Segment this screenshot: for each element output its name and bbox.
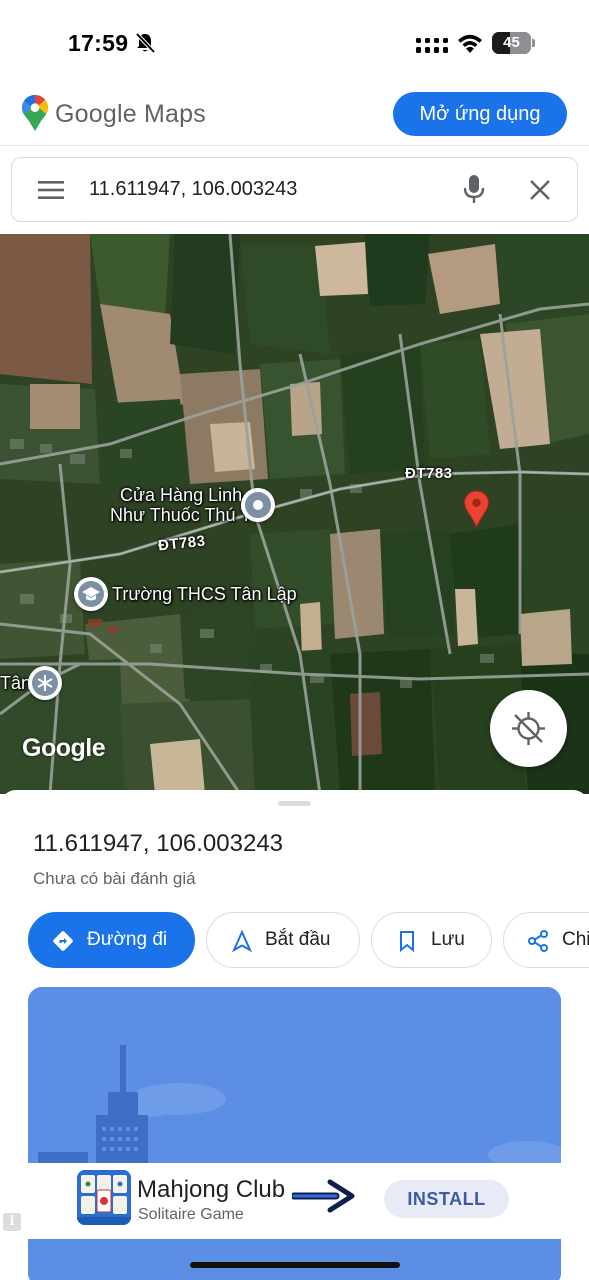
share-icon <box>528 930 548 952</box>
review-status: Chưa có bài đánh giá <box>33 869 196 888</box>
poi-name-line: Như Thuốc Thú Y <box>110 505 253 525</box>
action-chips: Đường đi Bắt đầu Lưu Chi <box>0 912 589 970</box>
dropped-pin-icon[interactable] <box>463 490 490 528</box>
open-app-button[interactable]: Mở ứng dụng <box>393 92 567 136</box>
pin-icon[interactable] <box>241 488 275 522</box>
install-button[interactable]: INSTALL <box>384 1180 509 1218</box>
bookmark-icon <box>400 931 414 952</box>
ad-title: Mahjong Club <box>137 1176 286 1203</box>
poi-label-pharmacy[interactable]: Cửa Hàng Linh Như Thuốc Thú Y <box>110 485 252 525</box>
google-maps-logo-icon <box>22 95 48 131</box>
location-disabled-icon <box>512 712 545 745</box>
app-header: Google Maps Mở ứng dụng <box>0 80 589 146</box>
share-button[interactable]: Chi <box>503 912 589 968</box>
share-label: Chi <box>562 929 589 950</box>
brand-name: Google Maps <box>55 100 206 128</box>
my-location-button[interactable] <box>490 690 567 767</box>
road-label: ĐT783 <box>405 465 453 482</box>
status-time: 17:59 <box>68 30 129 56</box>
cellular-signal-icon <box>416 38 448 53</box>
drag-handle[interactable] <box>278 801 311 806</box>
directions-icon <box>53 931 73 951</box>
search-bar[interactable]: 11.611947, 106.003243 <box>11 157 578 222</box>
save-label: Lưu <box>431 929 465 950</box>
battery-percent: 45 <box>503 34 520 51</box>
ad-banner[interactable]: Mahjong Club Solitaire Game INSTALL <box>0 1163 589 1239</box>
home-indicator[interactable] <box>190 1262 400 1268</box>
close-icon[interactable] <box>529 179 551 201</box>
directions-label: Đường đi <box>87 929 168 950</box>
directions-button[interactable]: Đường đi <box>28 912 195 968</box>
start-label: Bắt đầu <box>265 929 331 950</box>
snowflake-icon[interactable] <box>28 666 62 700</box>
save-button[interactable]: Lưu <box>371 912 492 968</box>
navigation-icon <box>232 930 252 952</box>
ad-info-icon[interactable]: i <box>3 1213 21 1231</box>
ad-subtitle: Solitaire Game <box>138 1206 244 1223</box>
mahjong-app-icon <box>77 1170 131 1225</box>
status-bar: 17:59 45 <box>0 0 589 80</box>
poi-name-line: Cửa Hàng Linh <box>120 485 243 505</box>
arrow-right-icon <box>292 1179 355 1213</box>
place-title: 11.611947, 106.003243 <box>33 830 284 857</box>
google-watermark: Google <box>22 734 106 762</box>
start-button[interactable]: Bắt đầu <box>206 912 360 968</box>
poi-label-school[interactable]: Trường THCS Tân Lập <box>112 584 297 604</box>
bell-slash-icon <box>135 32 156 54</box>
battery-indicator: 45 <box>492 32 536 54</box>
wifi-icon <box>458 34 482 53</box>
menu-icon[interactable] <box>38 180 64 200</box>
search-input[interactable]: 11.611947, 106.003243 <box>89 178 297 201</box>
poi-label-partial[interactable]: Tân <box>0 673 31 693</box>
satellite-map[interactable]: ĐT783 ĐT783 Cửa Hàng Linh Như Thuốc Thú … <box>0 234 589 794</box>
mic-icon[interactable] <box>462 174 486 206</box>
school-icon[interactable] <box>74 577 108 611</box>
